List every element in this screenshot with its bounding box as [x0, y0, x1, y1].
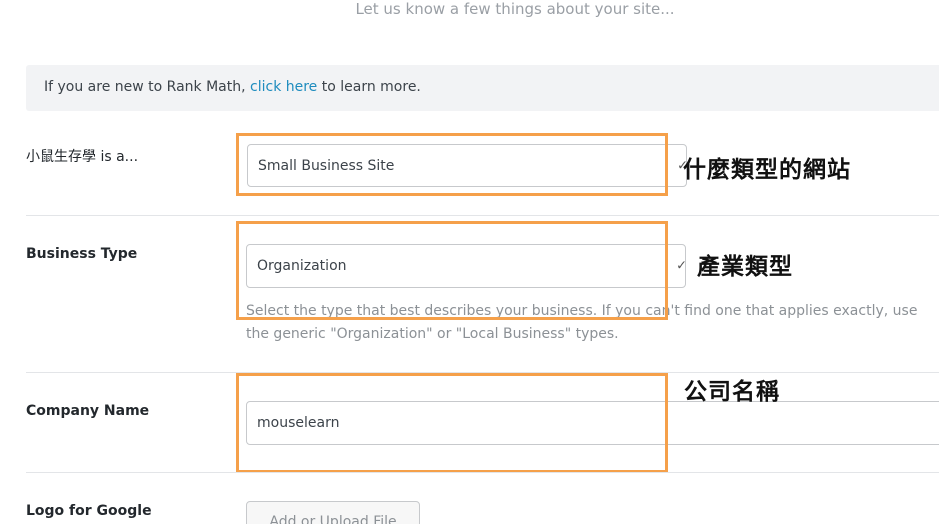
business-type-highlight-box [236, 221, 668, 320]
upload-file-button[interactable]: Add or Upload File [246, 501, 420, 524]
notice-suffix: to learn more. [317, 79, 421, 95]
notice-prefix: If you are new to Rank Math, [44, 79, 251, 95]
business-type-annotation: 產業類型 [697, 254, 793, 280]
info-notice: If you are new to Rank Math, click here … [26, 65, 939, 111]
row-divider [26, 215, 939, 216]
row-divider [26, 472, 939, 473]
site-type-highlight-box [236, 133, 668, 196]
logo-label: Logo for Google [26, 503, 152, 519]
site-type-annotation: 什麼類型的網站 [683, 157, 851, 183]
chevron-down-icon: ✓ [676, 258, 687, 274]
company-name-highlight-box [236, 373, 668, 473]
site-type-label: 小鼠生存學 is a... [26, 149, 139, 165]
business-type-label: Business Type [26, 246, 138, 262]
company-name-annotation: 公司名稱 [684, 379, 780, 405]
page-subtitle: Let us know a few things about your site… [355, 0, 675, 18]
company-name-label: Company Name [26, 403, 150, 419]
learn-more-link[interactable]: click here [250, 79, 317, 95]
